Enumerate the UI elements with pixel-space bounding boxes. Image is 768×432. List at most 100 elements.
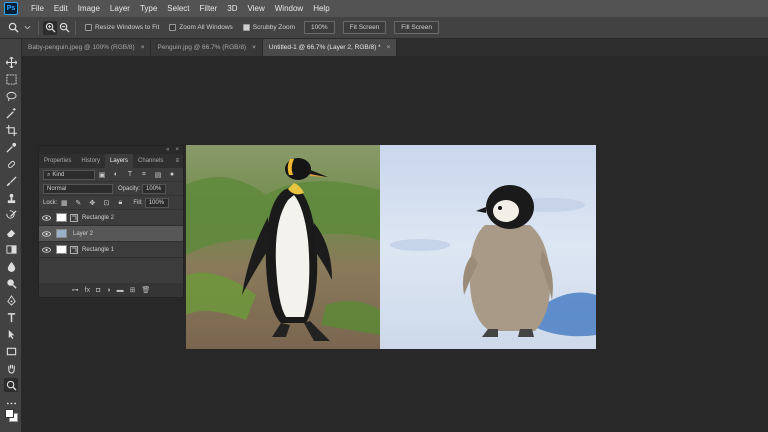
blur-tool-icon[interactable] [4,259,18,273]
lock-label: Lock: [43,199,58,206]
fit-screen-button[interactable]: Fit Screen [342,21,387,34]
lock-position-icon[interactable]: ✥ [87,198,97,208]
zoom-tool-icon[interactable] [6,21,20,35]
eyedropper-tool-icon[interactable] [4,140,18,154]
photoshop-logo[interactable]: Ps [4,2,18,15]
type-tool-icon[interactable] [4,310,18,324]
tab-layers[interactable]: Layers [105,154,134,168]
lock-transparent-icon[interactable]: ▦ [59,198,69,208]
menu-view[interactable]: View [243,0,270,17]
baby-penguin-image [380,145,596,349]
new-group-icon[interactable]: ▬ [117,287,124,294]
layer-row-selected[interactable]: Layer 2 [39,226,183,242]
gradient-tool-icon[interactable] [4,242,18,256]
fill-screen-button[interactable]: Fill Screen [394,21,440,34]
zoom-tool-icon[interactable] [4,378,18,392]
layer-name: Rectangle 1 [82,246,115,253]
adjustment-layer-icon[interactable]: ◑ [106,287,110,294]
tab-untitled-1[interactable]: Untitled-1 @ 66.7% (Layer 2, RGB/8) * × [262,39,398,56]
resize-windows-checkbox[interactable]: Resize Windows to Fit [85,24,159,31]
blend-row: Normal Opacity: 100% [39,182,183,196]
tab-penguin[interactable]: Penguin.jpg @ 66.7% (RGB/8) × [151,39,263,56]
filter-kind-label: Kind [52,171,65,178]
zoom-value-field[interactable]: 100% [304,21,335,34]
layer-row[interactable]: Rectangle 2 [39,210,183,226]
crop-tool-icon[interactable] [4,123,18,137]
new-layer-icon[interactable]: ⊞ [130,286,136,294]
close-icon[interactable]: × [252,44,256,51]
panel-menu-icon[interactable]: ≡ [175,158,179,164]
lock-artboard-icon[interactable]: ⊡ [101,198,111,208]
clone-stamp-tool-icon[interactable] [4,191,18,205]
fill-input[interactable]: 100% [144,197,169,208]
dodge-tool-icon[interactable] [4,276,18,290]
fill-label: Fill: [133,199,143,206]
menu-layer[interactable]: Layer [105,0,135,17]
menu-file[interactable]: File [26,0,49,17]
close-icon[interactable]: × [141,44,145,51]
menu-bar: Ps File Edit Image Layer Type Select Fil… [0,0,768,17]
close-icon[interactable]: × [387,44,391,51]
marquee-tool-icon[interactable] [4,72,18,86]
magic-wand-tool-icon[interactable] [4,106,18,120]
filter-toggle-icon[interactable]: ● [167,170,177,180]
foreground-color-swatch[interactable] [5,409,14,418]
healing-brush-tool-icon[interactable] [4,157,18,171]
checkbox-box [169,24,177,31]
vector-mask-icon [69,213,78,222]
move-tool-icon[interactable] [4,55,18,69]
menu-window[interactable]: Window [270,0,308,17]
eraser-tool-icon[interactable] [4,225,18,239]
zoom-in-icon[interactable] [43,20,57,35]
eye-icon[interactable] [39,246,53,253]
history-brush-tool-icon[interactable] [4,208,18,222]
pixel-filter-icon[interactable]: ▣ [97,170,107,180]
menu-edit[interactable]: Edit [49,0,73,17]
lasso-tool-icon[interactable] [4,89,18,103]
hand-tool-icon[interactable] [4,361,18,375]
shape-filter-icon[interactable]: ⌗ [139,170,149,180]
document-canvas[interactable] [186,145,596,349]
smart-object-filter-icon[interactable]: ▤ [153,170,163,180]
brush-tool-icon[interactable] [4,174,18,188]
trash-icon[interactable]: 🗑︎ [141,286,150,294]
scrubby-zoom-checkbox[interactable]: Scrubby Zoom [242,24,295,31]
rectangle-tool-icon[interactable] [4,344,18,358]
penguin-image [186,145,380,349]
zoom-all-windows-checkbox[interactable]: Zoom All Windows [169,24,233,31]
menu-filter[interactable]: Filter [195,0,223,17]
lock-image-icon[interactable]: ✎ [73,198,83,208]
opacity-input[interactable]: 100% [142,183,167,194]
path-selection-tool-icon[interactable] [4,327,18,341]
tab-baby-penguin[interactable]: Baby-penguin.jpeg @ 100% (RGB/8) × [22,39,152,56]
menu-help[interactable]: Help [308,0,334,17]
menu-image[interactable]: Image [73,0,105,17]
panel-tab-bar: Properties History Layers Channels ≡ [39,154,183,168]
blend-mode-select[interactable]: Normal [43,183,113,194]
tab-label: Penguin.jpg @ 66.7% (RGB/8) [157,44,247,51]
type-filter-icon[interactable]: T [125,170,135,180]
eye-icon[interactable] [39,214,53,221]
color-swatches[interactable] [3,407,19,425]
layer-row[interactable]: Rectangle 1 [39,242,183,258]
menu-type[interactable]: Type [135,0,162,17]
link-layers-icon[interactable]: ⊶ [72,286,79,294]
zoom-out-icon[interactable] [57,21,71,35]
tab-channels[interactable]: Channels [133,154,168,168]
tab-properties[interactable]: Properties [39,154,76,168]
collapse-icon[interactable]: « [166,147,169,153]
pen-tool-icon[interactable] [4,293,18,307]
menu-3d[interactable]: 3D [222,0,242,17]
layer-filter-select[interactable]: ⌕ Kind [43,169,95,180]
fx-icon[interactable]: fx [85,287,90,294]
add-mask-icon[interactable]: ◘ [96,287,100,294]
tab-label: Baby-penguin.jpeg @ 100% (RGB/8) [28,44,135,51]
eye-icon[interactable] [39,230,53,237]
adjustment-filter-icon[interactable]: ◐ [111,170,121,180]
document-tab-bar: Baby-penguin.jpeg @ 100% (RGB/8) × Pengui… [22,39,768,56]
tab-history[interactable]: History [76,154,105,168]
lock-all-icon[interactable]: 🔒︎ [115,198,125,208]
close-icon[interactable]: × [175,147,179,153]
chevron-down-icon[interactable] [20,21,34,35]
menu-select[interactable]: Select [162,0,194,17]
